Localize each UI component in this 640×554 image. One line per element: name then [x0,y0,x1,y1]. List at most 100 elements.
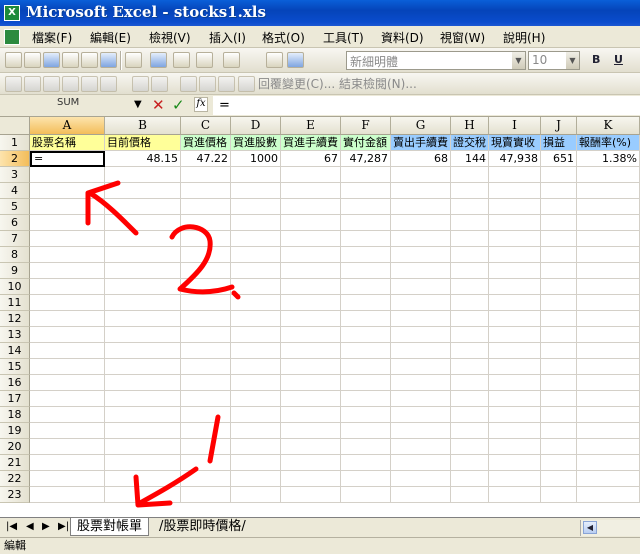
cell-b6[interactable] [105,215,181,231]
column-header-d[interactable]: D [231,117,281,135]
cell-b20[interactable] [105,439,181,455]
cell-f8[interactable] [341,247,391,263]
cell-a23[interactable] [30,487,105,503]
cell-j14[interactable] [541,343,577,359]
row-header-8[interactable]: 8 [0,247,30,263]
cell-i12[interactable] [489,311,541,327]
bold-button[interactable]: B [592,53,600,66]
cell-b1[interactable]: 目前價格 [105,135,181,151]
cell-e16[interactable] [281,375,341,391]
cell-e15[interactable] [281,359,341,375]
cell-d12[interactable] [231,311,281,327]
cell-h17[interactable] [451,391,489,407]
cell-h21[interactable] [451,455,489,471]
cell-e17[interactable] [281,391,341,407]
cell-d21[interactable] [231,455,281,471]
cell-k23[interactable] [577,487,640,503]
review-icon-2[interactable] [24,76,41,92]
cell-h1[interactable]: 證交稅 [451,135,489,151]
review-icon-5[interactable] [81,76,98,92]
cell-k7[interactable] [577,231,640,247]
cell-a19[interactable] [30,423,105,439]
menu-insert[interactable]: 插入(I) [209,29,246,46]
cell-a5[interactable] [30,199,105,215]
row-header-19[interactable]: 19 [0,423,30,439]
cell-g5[interactable] [391,199,451,215]
menu-window[interactable]: 視窗(W) [440,29,485,46]
cell-a10[interactable] [30,279,105,295]
cell-i1[interactable]: 現賣實收 [489,135,541,151]
row-header-15[interactable]: 15 [0,359,30,375]
cell-j15[interactable] [541,359,577,375]
cell-c12[interactable] [181,311,231,327]
cell-a3[interactable] [30,167,105,183]
cell-g10[interactable] [391,279,451,295]
cell-k4[interactable] [577,183,640,199]
cell-f15[interactable] [341,359,391,375]
cell-i13[interactable] [489,327,541,343]
cell-d20[interactable] [231,439,281,455]
cell-g8[interactable] [391,247,451,263]
cell-h10[interactable] [451,279,489,295]
cell-k8[interactable] [577,247,640,263]
cell-c18[interactable] [181,407,231,423]
review-icon-10[interactable] [199,76,216,92]
cell-c15[interactable] [181,359,231,375]
cell-f20[interactable] [341,439,391,455]
cell-h2[interactable]: 144 [451,151,489,167]
cell-e6[interactable] [281,215,341,231]
menu-view[interactable]: 檢視(V) [149,29,191,46]
cell-a6[interactable] [30,215,105,231]
cell-j13[interactable] [541,327,577,343]
cell-j8[interactable] [541,247,577,263]
cell-h4[interactable] [451,183,489,199]
cell-f23[interactable] [341,487,391,503]
review-icon-9[interactable] [180,76,197,92]
cell-b11[interactable] [105,295,181,311]
row-header-17[interactable]: 17 [0,391,30,407]
column-header-e[interactable]: E [281,117,341,135]
cell-d2[interactable]: 1000 [231,151,281,167]
cell-i22[interactable] [489,471,541,487]
cell-i18[interactable] [489,407,541,423]
cell-k6[interactable] [577,215,640,231]
cell-f13[interactable] [341,327,391,343]
cell-e12[interactable] [281,311,341,327]
cell-g19[interactable] [391,423,451,439]
review-icon-3[interactable] [43,76,60,92]
cell-h16[interactable] [451,375,489,391]
cell-f3[interactable] [341,167,391,183]
cell-h7[interactable] [451,231,489,247]
cell-c8[interactable] [181,247,231,263]
cell-b13[interactable] [105,327,181,343]
cell-i16[interactable] [489,375,541,391]
cell-k12[interactable] [577,311,640,327]
cell-f9[interactable] [341,263,391,279]
cell-k22[interactable] [577,471,640,487]
cell-j22[interactable] [541,471,577,487]
row-header-1[interactable]: 1 [0,135,30,151]
new-icon[interactable] [5,52,22,68]
row-header-4[interactable]: 4 [0,183,30,199]
column-header-i[interactable]: I [489,117,541,135]
cell-h6[interactable] [451,215,489,231]
cell-i2[interactable]: 47,938 [489,151,541,167]
cell-j9[interactable] [541,263,577,279]
save-icon[interactable] [43,52,60,68]
cell-c16[interactable] [181,375,231,391]
cell-d10[interactable] [231,279,281,295]
cell-j11[interactable] [541,295,577,311]
cell-c19[interactable] [181,423,231,439]
cell-d8[interactable] [231,247,281,263]
cell-d19[interactable] [231,423,281,439]
cell-d1[interactable]: 買進股數 [231,135,281,151]
undo-icon[interactable] [150,52,167,68]
cell-d16[interactable] [231,375,281,391]
cell-h18[interactable] [451,407,489,423]
cell-f14[interactable] [341,343,391,359]
cell-g23[interactable] [391,487,451,503]
cell-j20[interactable] [541,439,577,455]
cell-i23[interactable] [489,487,541,503]
cell-k21[interactable] [577,455,640,471]
cell-d13[interactable] [231,327,281,343]
